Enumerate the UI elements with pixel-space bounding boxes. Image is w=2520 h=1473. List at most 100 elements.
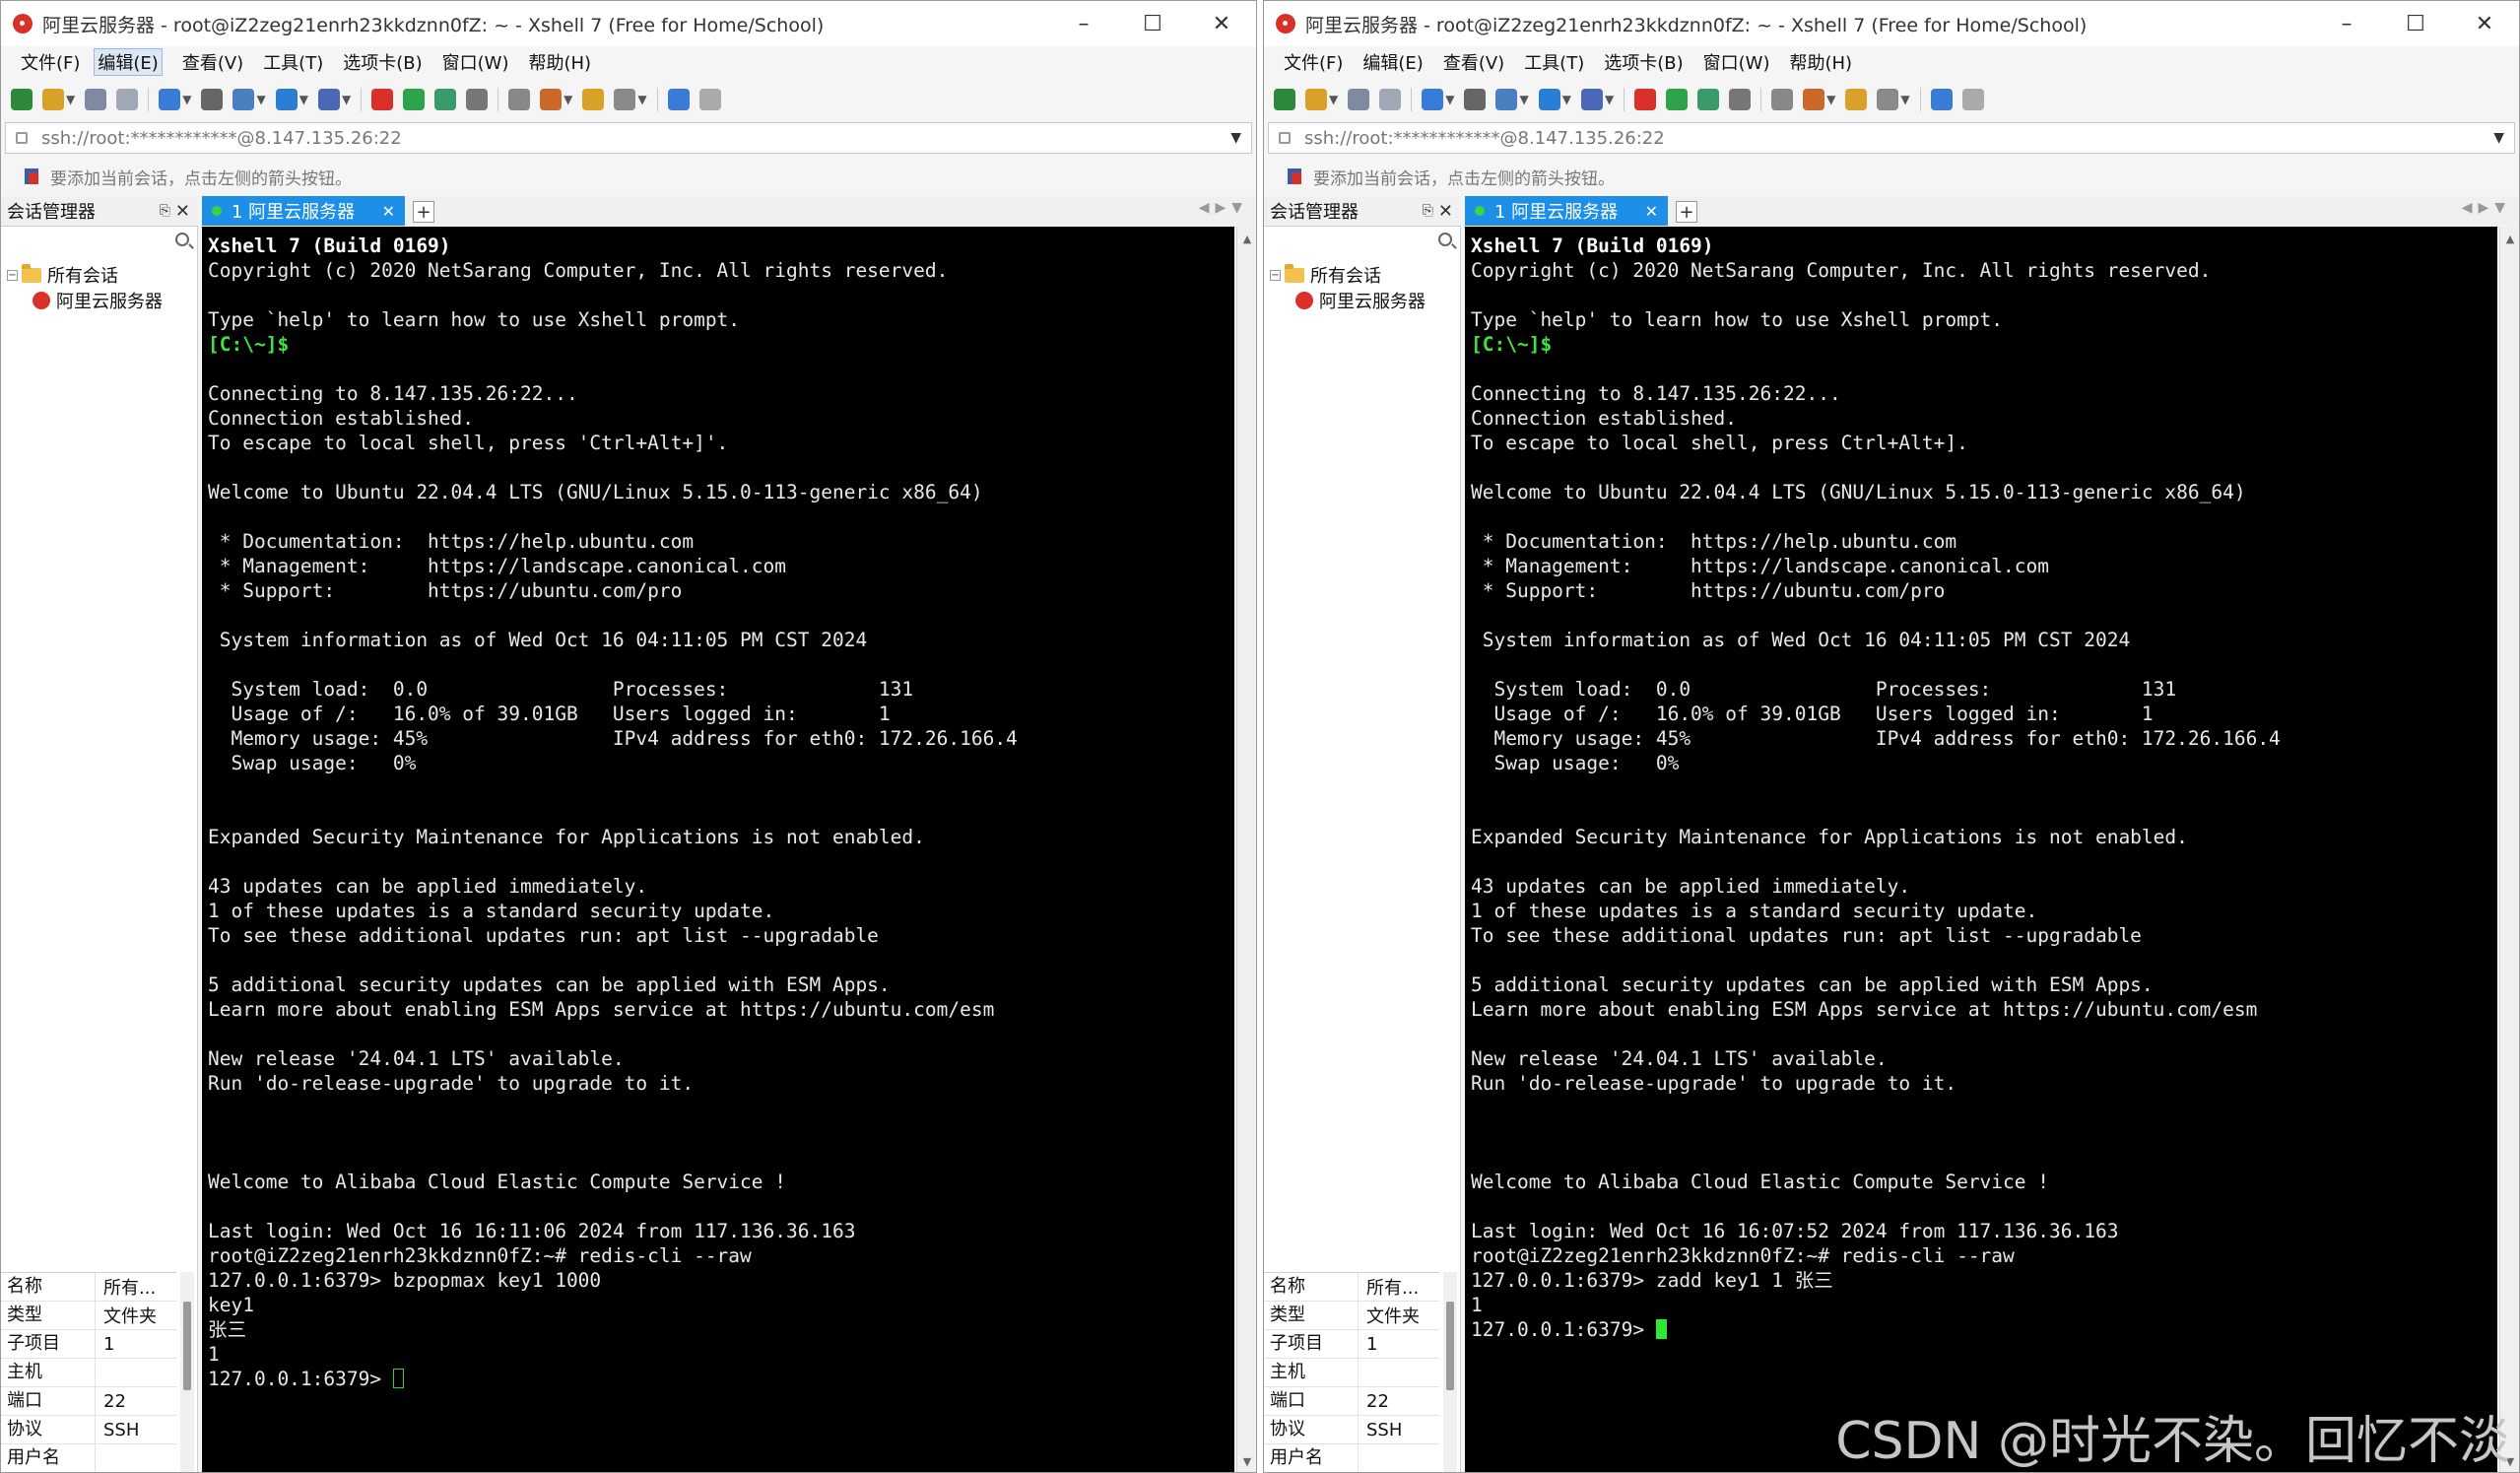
close-icon[interactable]: ✕ bbox=[1187, 1, 1256, 46]
transfer-icon[interactable] bbox=[1845, 89, 1868, 110]
terminal-prompt-line[interactable]: 127.0.0.1:6379> bbox=[1471, 1317, 2497, 1342]
terminal-scrollbar[interactable]: ▲ ▼ bbox=[1236, 227, 1256, 1472]
options-icon[interactable] bbox=[614, 89, 636, 110]
tab-session[interactable]: 1 阿里云服务器 ✕ bbox=[1465, 196, 1668, 226]
toolbar-dropdown-caret[interactable]: ▼ bbox=[66, 93, 75, 106]
tab-nav-icon[interactable]: ◀▶▼ bbox=[1199, 200, 1248, 216]
script-icon[interactable] bbox=[1803, 89, 1825, 110]
script-icon[interactable] bbox=[540, 89, 563, 110]
toolbar-dropdown-caret[interactable]: ▼ bbox=[1445, 93, 1454, 106]
transfer-icon[interactable] bbox=[582, 89, 605, 110]
menu-item-0[interactable]: 文件(F) bbox=[21, 49, 80, 75]
menu-item-6[interactable]: 帮助(H) bbox=[528, 49, 591, 75]
toolbar-dropdown-caret[interactable]: ▼ bbox=[1562, 93, 1571, 106]
globe-icon[interactable] bbox=[275, 89, 298, 110]
terminal-scrollbar[interactable]: ▲ ▼ bbox=[2499, 227, 2519, 1472]
close-icon[interactable]: ✕ bbox=[1438, 201, 1453, 222]
tree-item-all-sessions[interactable]: − 所有会话 bbox=[1270, 262, 1426, 288]
terminal-prompt-line[interactable]: 127.0.0.1:6379> bbox=[208, 1367, 1234, 1391]
menu-item-3[interactable]: 工具(T) bbox=[1524, 49, 1584, 75]
menu-item-1[interactable]: 编辑(E) bbox=[1362, 49, 1423, 75]
new-session-icon[interactable] bbox=[11, 89, 33, 110]
search-icon[interactable] bbox=[175, 233, 189, 246]
chevron-down-icon[interactable]: ▼ bbox=[1230, 130, 1241, 146]
collapse-icon[interactable]: − bbox=[7, 269, 18, 281]
toolbar-dropdown-caret[interactable]: ▼ bbox=[1605, 93, 1614, 106]
address-input[interactable]: ssh://root:************@8.147.135.26:22 bbox=[1304, 128, 1665, 149]
keyboard-icon[interactable] bbox=[508, 89, 531, 110]
maximize-icon[interactable]: ☐ bbox=[2381, 1, 2450, 46]
fullscreen-icon[interactable] bbox=[434, 89, 457, 110]
chevron-down-icon[interactable]: ▼ bbox=[2493, 130, 2504, 146]
options-icon[interactable] bbox=[1877, 89, 1899, 110]
collapse-icon[interactable]: − bbox=[1270, 269, 1281, 281]
new-tab-icon[interactable] bbox=[1422, 89, 1444, 110]
layout-icon[interactable] bbox=[232, 89, 255, 110]
reconnect-icon[interactable] bbox=[85, 89, 107, 110]
find-icon[interactable] bbox=[1464, 89, 1487, 110]
new-tab-icon[interactable] bbox=[159, 89, 181, 110]
pin-icon[interactable]: ⎘ bbox=[160, 203, 170, 219]
disconnect-icon[interactable] bbox=[116, 89, 139, 110]
toolbar-dropdown-caret[interactable]: ▼ bbox=[342, 93, 351, 106]
add-tab-button[interactable]: + bbox=[1676, 201, 1697, 223]
tree-item-server[interactable]: 阿里云服务器 bbox=[7, 288, 163, 313]
open-folder-icon[interactable] bbox=[42, 89, 64, 110]
tab-session[interactable]: 1 阿里云服务器 ✕ bbox=[202, 196, 405, 226]
add-session-arrow-icon[interactable] bbox=[25, 168, 38, 184]
toolbar-dropdown-caret[interactable]: ▼ bbox=[637, 93, 646, 106]
tab-nav-icon[interactable]: ◀▶▼ bbox=[2462, 200, 2511, 216]
scroll-up-icon[interactable]: ▲ bbox=[2500, 233, 2519, 245]
minimize-icon[interactable]: – bbox=[2312, 1, 2381, 46]
menu-item-2[interactable]: 查看(V) bbox=[1443, 49, 1504, 75]
menu-item-6[interactable]: 帮助(H) bbox=[1789, 49, 1852, 75]
toolbar-dropdown-caret[interactable]: ▼ bbox=[299, 93, 308, 106]
toolbar-dropdown-caret[interactable]: ▼ bbox=[1519, 93, 1528, 106]
pin-icon[interactable]: ⎘ bbox=[1423, 203, 1433, 219]
keyboard-icon[interactable] bbox=[1771, 89, 1794, 110]
close-icon[interactable]: ✕ bbox=[175, 201, 190, 222]
address-bar[interactable]: ssh://root:************@8.147.135.26:22 … bbox=[5, 122, 1252, 154]
properties-scrollbar[interactable] bbox=[180, 1272, 194, 1472]
menu-item-3[interactable]: 工具(T) bbox=[263, 49, 323, 75]
lock-icon[interactable] bbox=[466, 89, 489, 110]
help-icon[interactable] bbox=[667, 89, 690, 110]
menu-item-1[interactable]: 编辑(E) bbox=[94, 48, 163, 76]
toolbar-dropdown-caret[interactable]: ▼ bbox=[1900, 93, 1909, 106]
maximize-icon[interactable]: ☐ bbox=[1118, 1, 1187, 46]
menu-item-2[interactable]: 查看(V) bbox=[182, 49, 243, 75]
new-session-icon[interactable] bbox=[1274, 89, 1295, 110]
fullscreen-icon[interactable] bbox=[1697, 89, 1720, 110]
toolbar-dropdown-caret[interactable]: ▼ bbox=[1826, 93, 1835, 106]
close-icon[interactable]: ✕ bbox=[382, 202, 395, 221]
add-session-arrow-icon[interactable] bbox=[1288, 168, 1301, 184]
find-icon[interactable] bbox=[201, 89, 224, 110]
menu-item-4[interactable]: 选项卡(B) bbox=[1604, 49, 1683, 75]
xftp-icon[interactable] bbox=[1634, 89, 1657, 110]
toolbar-dropdown-caret[interactable]: ▼ bbox=[564, 93, 572, 106]
scroll-up-icon[interactable]: ▲ bbox=[1237, 233, 1256, 245]
minimize-icon[interactable]: – bbox=[1049, 1, 1118, 46]
terminal[interactable]: Xshell 7 (Build 0169) Copyright (c) 2020 … bbox=[1465, 227, 2497, 1472]
chat-icon[interactable] bbox=[698, 89, 721, 110]
xshell-green-icon[interactable] bbox=[1666, 89, 1689, 110]
scroll-down-icon[interactable]: ▼ bbox=[1237, 1455, 1256, 1468]
tree-item-all-sessions[interactable]: − 所有会话 bbox=[7, 262, 163, 288]
address-input[interactable]: ssh://root:************@8.147.135.26:22 bbox=[41, 128, 402, 149]
toolbar-dropdown-caret[interactable]: ▼ bbox=[182, 93, 191, 106]
lock-icon[interactable] bbox=[1729, 89, 1752, 110]
menu-item-5[interactable]: 窗口(W) bbox=[442, 49, 509, 75]
toolbar-dropdown-caret[interactable]: ▼ bbox=[1329, 93, 1338, 106]
address-bar[interactable]: ssh://root:************@8.147.135.26:22 … bbox=[1268, 122, 2515, 154]
close-icon[interactable]: ✕ bbox=[2450, 1, 2519, 46]
terminal[interactable]: Xshell 7 (Build 0169) Copyright (c) 2020 … bbox=[202, 227, 1234, 1472]
xshell-green-icon[interactable] bbox=[403, 89, 426, 110]
tree-item-server[interactable]: 阿里云服务器 bbox=[1270, 288, 1426, 313]
toolbar-dropdown-caret[interactable]: ▼ bbox=[256, 93, 265, 106]
menu-item-0[interactable]: 文件(F) bbox=[1284, 49, 1343, 75]
properties-scrollbar[interactable] bbox=[1443, 1272, 1457, 1472]
globe-icon[interactable] bbox=[1538, 89, 1560, 110]
open-folder-icon[interactable] bbox=[1305, 89, 1327, 110]
disconnect-icon[interactable] bbox=[1379, 89, 1402, 110]
search-icon[interactable] bbox=[1438, 233, 1452, 246]
